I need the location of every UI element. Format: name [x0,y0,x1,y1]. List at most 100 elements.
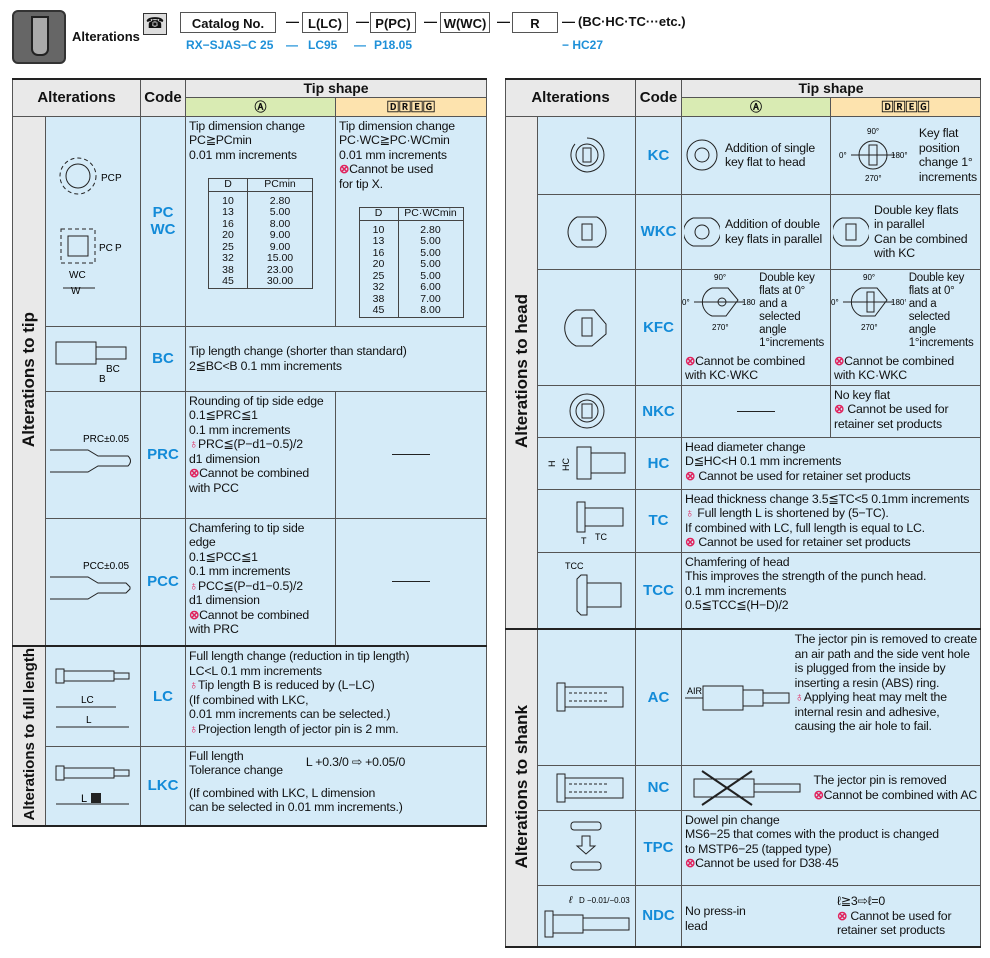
row-bc: BC B BC Tip length change (shorter than s… [13,325,488,392]
svg-text:270°: 270° [865,174,882,183]
pcmin-table: D PCmin 10 2.80 13 5.00 16 8.00 20 9.00 25 9.00 32 15… [186,178,335,289]
dash: — [424,14,437,29]
ndc-diagram: ℓ D −0.01/−0.03 [536,884,637,948]
note: ⊗Cannot be combined with KC·WKC [685,353,806,383]
svg-text:TC: TC [595,532,607,542]
pcc-tip-a: Chamfering to tip side edge 0.1≦PCC≦1 0.… [185,517,337,647]
tip-alterations-table: Alterations Code Tip shape Ⓐ 🄳🅁🄴🄶 Altera… [11,78,488,827]
code-wkc: WKC [635,193,683,270]
svg-text:P: P [115,243,122,254]
description: Full length change (reduction in tip len… [189,649,410,736]
svg-text:180°: 180° [742,298,756,307]
col-alterations: Alterations [504,78,637,117]
pc-tip-dreg: Tip dimension change PC·WC≧PC·WCmin 0.01… [335,115,488,327]
mini-table-cell: 32 [358,281,399,294]
row-tpc: TPC Dowel pin change MS6−25 that comes w… [506,809,982,886]
col-tip-dreg: 🄳🅁🄴🄶 [830,96,982,117]
row-ndc: ℓ D −0.01/−0.03 NDC No press-in lead ℓ≧3⇨ℓ… [505,884,982,948]
phone-fax-icon: ☎ [143,13,167,35]
p-box: P(PC) [370,12,416,33]
prc-label: PRC±0.05 [83,434,130,445]
mini-table-cell: 15.00 [247,252,314,265]
catalog-no-box: Catalog No. [180,12,276,33]
code-tcc: TCC [635,551,683,630]
col-tip-a: Ⓐ [185,96,337,117]
svg-text:180°: 180° [891,151,908,160]
description: Double key flats in parallel Can be comb… [874,202,968,261]
mini-table-row: 13 5.00 [358,235,464,248]
col-tip-a: Ⓐ [681,96,832,117]
col-tip-shape: Tip shape [185,78,488,98]
description: Head diameter change D≦HC<H 0.1 mm incre… [685,439,911,483]
code-kc: KC [635,115,683,195]
group-label: Alterations to shank [511,704,531,869]
mini-table-cell: 2.80 [247,191,314,207]
bc-diagram: BC B [44,325,142,392]
svg-text:P: P [115,173,122,184]
tcc-description-cell: Chamfering of head This improves the str… [681,551,982,630]
code-ac: AC [635,628,683,766]
mini-table-row: 10 2.80 [358,220,464,236]
svg-text:270°: 270° [712,323,729,332]
code-kfc: KFC [635,268,683,386]
row-lkc: L LKC Full length Tolerance change L +0.3… [12,745,488,827]
note: ⊗Cannot be combined with KC·WKC [834,353,955,383]
description: Tip dimension change PC·WC≧PC·WCmin 0.01… [339,118,455,191]
mini-table-cell: 10 [208,191,249,207]
mini-table-row: 13 5.00 [208,206,314,219]
col-code: Code [635,78,683,117]
kfc-diagram [536,268,637,386]
example-sep: — [354,38,366,52]
bc-description-cell: Tip length change (shorter than standard… [185,325,488,392]
w-box: W(WC) [440,12,490,33]
mini-table-cell: 5.00 [247,206,314,219]
l-box: L(LC) [302,12,348,33]
nkc-tip-dreg: No key flat ⊗ Cannot be used for retaine… [830,384,982,438]
mini-table-header: PC·WCmin [397,207,464,221]
code-lkc: LKC [140,745,187,827]
description: No key flat ⊗ Cannot be used for retaine… [834,387,949,431]
kc-diagram [536,115,637,195]
ell-label: ℓ [568,895,573,906]
lkc-description-cell: Full length Tolerance change L +0.3/0 ⇨ +… [185,745,488,827]
pc-wc-diagram: PC P PC P WC W [44,115,142,327]
svg-text:0°: 0° [839,151,847,160]
prc-diagram: PRC±0.05 [44,390,142,519]
description: The jector pin is removed to create an a… [794,632,978,733]
wkc-tip-dreg: Double key flats in parallel Can be comb… [830,193,982,270]
svg-text:0°: 0° [831,298,839,307]
kfc-tip-a: 90° 0° 180° 270° Double key flats at 0° and … [681,268,832,386]
svg-text:T: T [581,536,587,546]
example-sep: — [286,38,298,52]
row-wkc: WKC Addition of double key flats in para… [506,193,982,270]
tpc-description-cell: Dowel pin change MS6−25 that comes with … [681,809,982,886]
description: Tip dimension change PC≧PCmin 0.01 mm in… [189,118,305,162]
pcc-tip-dreg [335,517,488,647]
row-pc-wc: Alterations to tip PC P PC P WC W PC WC Tip d… [12,115,488,647]
mini-table-cell: 8.00 [397,304,464,318]
min-dimension-table: D PC·WCmin 10 2.80 13 5.00 16 5.00 20 5.00 25 5.00 3… [358,207,464,318]
svg-text:90°: 90° [867,127,879,136]
hc-description-cell: Head diameter change D≦HC<H 0.1 mm incre… [681,436,982,490]
hc-diagram: H HC [536,436,637,490]
code-bc: BC [140,325,187,392]
not-available [737,410,776,412]
mini-table-cell: 9.00 [247,229,314,242]
lkc-label: L [81,793,87,805]
wkc-diagram [536,193,637,270]
mini-table-cell: 45 [208,275,249,289]
mini-table-cell: 5.00 [397,258,464,271]
description: Chamfering to tip side edge 0.1≦PCC≦1 0.… [189,520,310,637]
tc-description-cell: Head thickness change 3.5≦TC<5 0.1mm inc… [681,488,982,553]
col-tip-shape: Tip shape [681,78,982,98]
mini-table-row: 20 9.00 [208,229,314,242]
code-pcc: PCC [140,517,187,647]
group-label: Alterations to head [511,293,531,448]
svg-text:HC: HC [561,458,571,471]
kc-tip-dreg: 90° 0° 180° 270° Key flat position change 1°… [830,115,982,195]
mini-table-row: 32 15.00 [208,252,314,265]
ac-description-cell: AIR The jector pin is removed to create a… [681,628,982,766]
svg-text:WC: WC [69,270,86,281]
prc-tip-dreg [335,390,488,519]
description: Head thickness change 3.5≦TC<5 0.1mm inc… [685,491,970,550]
